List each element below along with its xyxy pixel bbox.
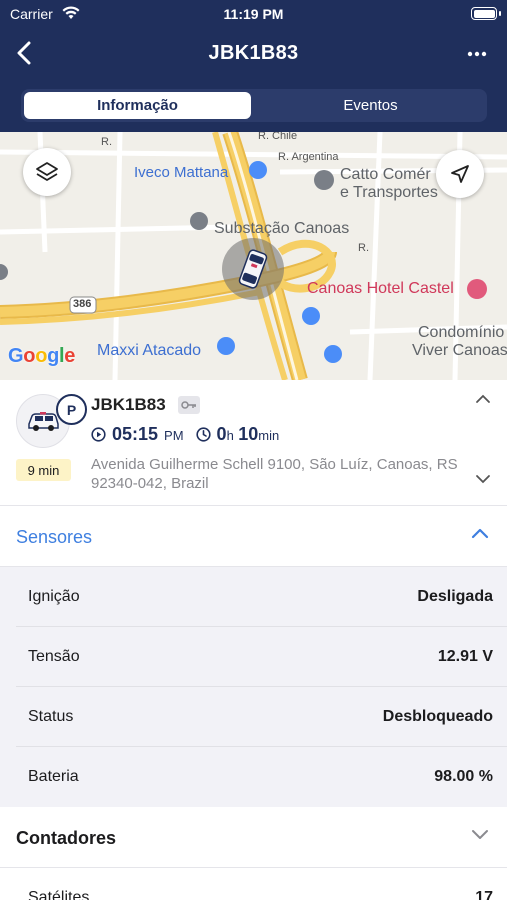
elapsed-hours: 0: [216, 424, 227, 444]
locate-button[interactable]: [436, 150, 484, 198]
elapsed-minutes-unit: min: [258, 428, 280, 443]
sensor-row-ignicao: Ignição Desligada: [16, 567, 507, 627]
map-label-hotel: Canoas Hotel Castel: [307, 280, 454, 297]
sensor-label: Tensão: [28, 648, 80, 665]
van-icon: [238, 249, 268, 289]
more-icon: [467, 51, 487, 57]
vehicle-plate: JBK1B83: [91, 395, 166, 414]
counters-section-header[interactable]: Contadores: [0, 808, 507, 868]
sensor-label: Ignição: [28, 588, 80, 605]
sensors-section-header[interactable]: Sensores: [0, 507, 507, 567]
sensor-value: 98.00 %: [434, 768, 493, 785]
sensor-row-status: Status Desbloqueado: [16, 687, 507, 747]
elapsed-minutes: 10: [238, 424, 259, 444]
map-label-condominio-1: Condomínio: [418, 324, 505, 341]
road-shield-386: 386: [73, 298, 92, 310]
elapsed-hours-unit: h: [226, 428, 234, 443]
tab-eventos[interactable]: Eventos: [257, 92, 484, 119]
tab-informacao[interactable]: Informação: [24, 92, 251, 119]
counter-row-satelites: Satélites 17: [0, 868, 507, 900]
sensor-label: Status: [28, 708, 74, 725]
sensor-label: Bateria: [28, 768, 79, 785]
sensor-list: Ignição Desligada Tensão 12.91 V Status …: [0, 567, 507, 807]
more-button[interactable]: [465, 42, 489, 66]
map-label-catto-2: e Transportes: [340, 184, 438, 201]
vehicle-card[interactable]: P 9 min JBK1B83 05:15 PM 0h 10min Avenid…: [0, 380, 507, 506]
clock-play-icon: [91, 427, 106, 442]
app-header: Carrier 11:19 PM JBK1B83 Informação Even…: [0, 0, 507, 132]
vehicle-address: Avenida Guilherme Schell 9100, São Luíz,…: [91, 456, 458, 492]
map-label-substacao: Substação Canoas: [214, 220, 350, 237]
sensor-value: Desligada: [417, 588, 493, 605]
sensor-value: 12.91 V: [437, 648, 493, 665]
clock-icon: [195, 427, 211, 442]
counter-value: 17: [475, 889, 493, 900]
sensor-value: Desbloqueado: [382, 708, 493, 725]
stop-time-period: PM: [164, 428, 184, 443]
counter-label: Satélites: [28, 889, 90, 900]
map-label-catto-1: Catto Comér: [340, 166, 431, 183]
map-label-condominio-2: Viver Canoas: [412, 342, 507, 359]
chevron-down-icon: [472, 830, 488, 839]
time-row: 05:15 PM 0h 10min: [91, 424, 279, 445]
status-time: 11:19 PM: [223, 6, 284, 22]
sensor-row-tensao: Tensão 12.91 V: [16, 627, 507, 687]
navigation-bar: JBK1B83: [0, 32, 507, 76]
map-label-r-argentina: R. Argentina: [278, 151, 339, 163]
parking-badge: P: [56, 394, 87, 425]
page-title: JBK1B83: [208, 42, 299, 64]
locate-arrow-icon: [451, 165, 469, 183]
google-attribution: Google: [8, 345, 76, 367]
vehicle-map-marker[interactable]: [222, 238, 284, 300]
sensors-title: Sensores: [16, 527, 93, 547]
map-label-street-side-1: R.: [101, 136, 112, 148]
layers-icon: [36, 162, 58, 181]
layers-button[interactable]: [23, 148, 71, 196]
map-label-r-chile: R. Chile: [258, 132, 298, 142]
stop-time: 05:15: [112, 424, 159, 444]
map-label-street-side-2: R.: [358, 242, 369, 254]
key-icon: [178, 396, 200, 414]
map-label-iveco: Iveco Mattana: [134, 164, 229, 181]
chevron-down-icon[interactable]: [475, 474, 491, 484]
counters-title: Contadores: [16, 828, 117, 848]
chevron-up-icon: [471, 528, 489, 539]
chevron-up-icon[interactable]: [475, 394, 491, 404]
stopped-duration-badge: 9 min: [16, 459, 71, 481]
segmented-control: Informação Eventos: [21, 89, 487, 122]
battery-icon: [471, 7, 501, 20]
van-icon: [28, 412, 59, 431]
map-label-maxxi: Maxxi Atacado: [97, 342, 202, 359]
sensor-row-bateria: Bateria 98.00 %: [16, 747, 507, 807]
status-bar: Carrier 11:19 PM: [0, 0, 507, 28]
